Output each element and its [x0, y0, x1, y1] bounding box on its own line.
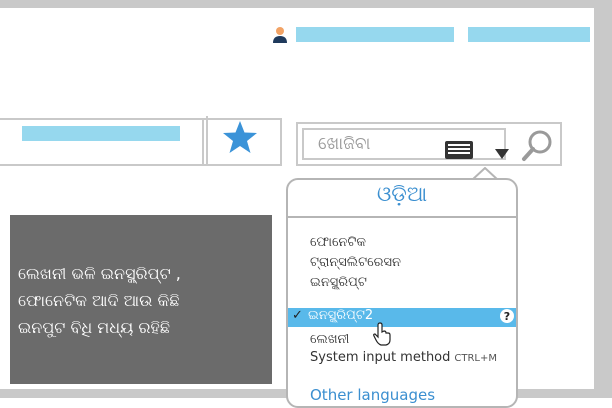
- other-languages-link[interactable]: Other languages: [310, 386, 435, 404]
- menu-item-system-input[interactable]: System input method CTRL+M: [310, 350, 497, 365]
- nav-border-top: [0, 118, 208, 120]
- search-placeholder: ଖୋଜିବା: [318, 134, 371, 154]
- search-icon[interactable]: [518, 128, 556, 162]
- star-icon[interactable]: [222, 120, 258, 154]
- system-input-label: System input method: [310, 350, 451, 365]
- header-link-placeholder[interactable]: [296, 27, 454, 42]
- keyboard-icon[interactable]: [444, 140, 474, 160]
- menu-item-transliteration[interactable]: ଟ୍ରାନ୍ସଲିଟରେସନ: [310, 255, 401, 270]
- user-icon[interactable]: [272, 26, 288, 44]
- search-input[interactable]: ଖୋଜିବା: [302, 128, 509, 160]
- nav-divider: [202, 118, 204, 166]
- system-input-shortcut: CTRL+M: [454, 353, 498, 364]
- menu-title: ଓଡ଼ିଆ: [376, 182, 428, 206]
- hand-cursor-icon: [373, 322, 391, 346]
- ime-menu: ଓଡ଼ିଆ ଫୋନେଟିକ ଟ୍ରାନ୍ସଲିଟରେସନ ଇନସ୍କ୍ରିପ୍ଟ…: [286, 178, 518, 408]
- menu-divider: [288, 216, 516, 218]
- svg-text:?: ?: [504, 310, 510, 323]
- nav-link-placeholder[interactable]: [22, 126, 180, 141]
- menu-item-inscript2[interactable]: ✓ ଇନସ୍କ୍ରିପ୍ଟ2 ?: [288, 308, 516, 327]
- help-icon[interactable]: ?: [500, 309, 514, 323]
- callout-line: ଲେଖନୀ ଭଳି ଇନସ୍କ୍ରିପ୍ଟ ,: [18, 264, 181, 283]
- check-icon: ✓: [292, 308, 303, 323]
- header-link-placeholder[interactable]: [468, 27, 590, 42]
- menu-item-lekhani[interactable]: ଲେଖନୀ: [310, 332, 349, 347]
- callout-line: ଇନପୁଟ ବିଧି ମଧ୍ୟ ରହିଛି: [18, 318, 170, 337]
- menu-item-phonetic[interactable]: ଫୋନେଟିକ: [310, 235, 366, 250]
- callout-text: ଲେଖନୀ ଭଳି ଇନସ୍କ୍ରିପ୍ଟ , ଫୋନେଟିକ ଆଦି ଆଉ କ…: [18, 260, 268, 341]
- nav-border-bottom: [0, 164, 282, 166]
- chevron-down-icon[interactable]: [495, 149, 509, 159]
- search-box: ଖୋଜିବା: [296, 122, 562, 166]
- info-callout: ଲେଖନୀ ଭଳି ଇନସ୍କ୍ରିପ୍ଟ , ଫୋନେଟିକ ଆଦି ଆଉ କ…: [10, 215, 272, 384]
- menu-item-inscript[interactable]: ଇନସ୍କ୍ରିପ୍ଟ: [310, 275, 367, 290]
- menu-item-label: ଇନସ୍କ୍ରିପ୍ଟ2: [308, 308, 374, 323]
- callout-line: ଫୋନେଟିକ ଆଦି ଆଉ କିଛି: [18, 291, 180, 310]
